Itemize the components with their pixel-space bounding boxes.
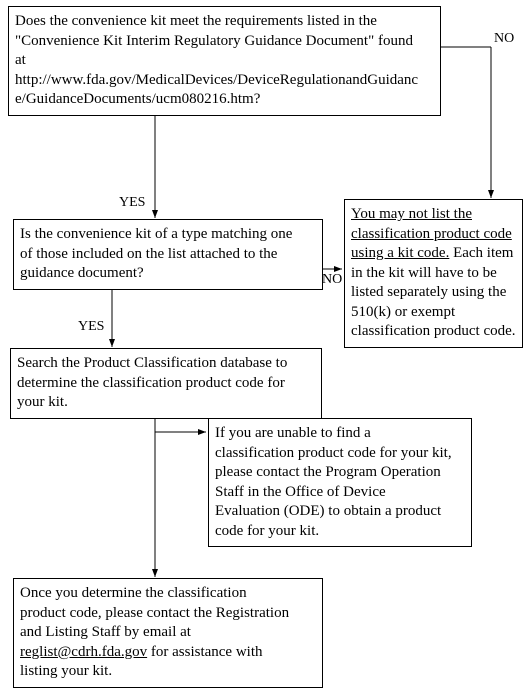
text: at: [15, 51, 434, 71]
text: code for your kit.: [215, 522, 465, 542]
text: Staff in the Office of Device: [215, 483, 465, 503]
action-search-db: Search the Product Classification databa…: [10, 348, 322, 419]
text: http://www.fda.gov/MedicalDevices/Device…: [15, 71, 434, 91]
action-contact-ode: If you are unable to find a classificati…: [208, 418, 472, 547]
text: 510(k) or exempt: [351, 303, 516, 323]
text: listing your kit.: [20, 662, 316, 682]
text: your kit.: [17, 393, 315, 413]
flowchart: Does the convenience kit meet the requir…: [0, 0, 527, 686]
text: determine the classification product cod…: [17, 374, 315, 394]
text: If you are unable to find a: [215, 424, 465, 444]
text: reglist@cdrh.fda.gov for assistance with: [20, 643, 316, 663]
text: classification product code for your kit…: [215, 444, 465, 464]
action-contact-reglist: Once you determine the classification pr…: [13, 578, 323, 688]
label-no: NO: [322, 272, 342, 288]
label-no: NO: [494, 31, 514, 47]
text: using a kit code. Each item: [351, 244, 516, 264]
text: e/GuidanceDocuments/ucm080216.htm?: [15, 90, 434, 110]
text: of those included on the list attached t…: [20, 245, 316, 265]
text: Does the convenience kit meet the requir…: [15, 12, 434, 32]
text: You may not list the: [351, 205, 516, 225]
text: product code, please contact the Registr…: [20, 604, 316, 624]
text: Once you determine the classification: [20, 584, 316, 604]
text: and Listing Staff by email at: [20, 623, 316, 643]
text: please contact the Program Operation: [215, 463, 465, 483]
text: Search the Product Classification databa…: [17, 354, 315, 374]
text: classification product code.: [351, 322, 516, 342]
text: "Convenience Kit Interim Regulatory Guid…: [15, 32, 434, 52]
label-yes: YES: [78, 319, 104, 335]
text: guidance document?: [20, 264, 316, 284]
text: in the kit will have to be: [351, 264, 516, 284]
decision-requirements: Does the convenience kit meet the requir…: [8, 6, 441, 116]
decision-kit-type: Is the convenience kit of a type matchin…: [13, 219, 323, 290]
outcome-cannot-list: You may not list the classification prod…: [344, 199, 523, 348]
text: Is the convenience kit of a type matchin…: [20, 225, 316, 245]
text: listed separately using the: [351, 283, 516, 303]
text: classification product code: [351, 225, 516, 245]
label-yes: YES: [119, 195, 145, 211]
text: Evaluation (ODE) to obtain a product: [215, 502, 465, 522]
